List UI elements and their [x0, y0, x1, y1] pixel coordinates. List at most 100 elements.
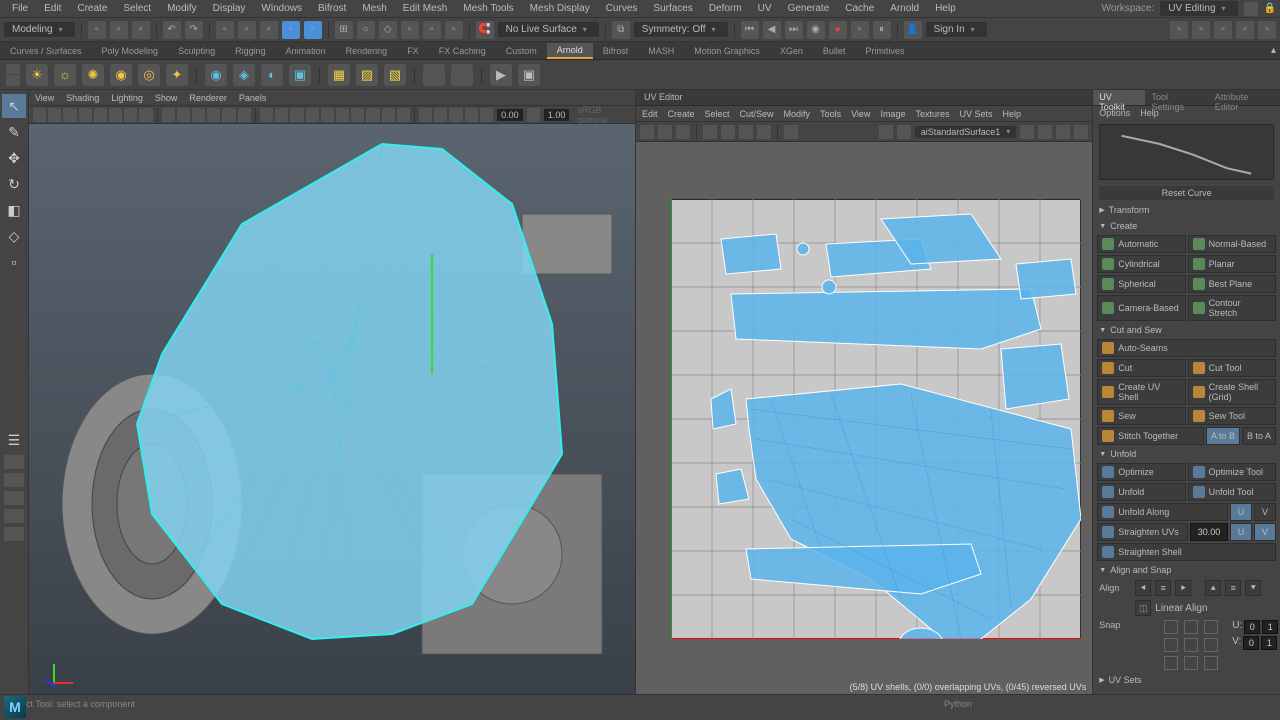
outliner-button[interactable]: ☰ — [2, 428, 26, 452]
uv-btn[interactable] — [1074, 125, 1088, 139]
align-hcenter[interactable]: ≡ — [1155, 580, 1171, 596]
btn-planar[interactable]: Planar — [1188, 255, 1276, 273]
snap-tr[interactable] — [1204, 620, 1218, 634]
undo-button[interactable]: ↶ — [163, 21, 181, 39]
shelf-tab-fxcache[interactable]: FX Caching — [429, 44, 496, 58]
align-left[interactable]: ⯇ — [1135, 580, 1151, 596]
shelf-tab-render[interactable]: Rendering — [336, 44, 398, 58]
menu-deform[interactable]: Deform — [701, 3, 750, 14]
layout5-button[interactable]: ▫ — [1258, 21, 1276, 39]
uv-material-dropdown[interactable]: aiStandardSurface1 — [915, 126, 1017, 138]
uvm-textures[interactable]: Textures — [915, 109, 949, 119]
uvm-tools[interactable]: Tools — [820, 109, 841, 119]
vp-btn[interactable] — [336, 108, 349, 122]
uvm-select[interactable]: Select — [705, 109, 730, 119]
menu-edit[interactable]: Edit — [36, 3, 69, 14]
uv-btn[interactable] — [757, 125, 771, 139]
shelf-tab-bifrost[interactable]: Bifrost — [593, 44, 639, 58]
menu-create[interactable]: Create — [69, 3, 115, 14]
scale-tool[interactable]: ◧ — [2, 198, 26, 222]
arnold-photometric-icon[interactable]: ◉ — [110, 64, 132, 86]
shelf-switch2[interactable] — [6, 75, 20, 86]
section-uvsets[interactable]: ▶UV Sets — [1093, 672, 1280, 688]
vp-btn[interactable] — [222, 108, 235, 122]
snap2-button[interactable]: ▫ — [304, 21, 322, 39]
t2[interactable]: ◀ — [763, 21, 781, 39]
btn-sew-tool[interactable]: Sew Tool — [1188, 407, 1276, 425]
arnold-volume-icon[interactable]: ▣ — [289, 64, 311, 86]
tab-tool-settings[interactable]: Tool Settings — [1145, 90, 1208, 105]
layout2-button[interactable]: ▫ — [1192, 21, 1210, 39]
sym-button[interactable]: ⧉ — [612, 21, 630, 39]
snap-tc[interactable] — [1184, 620, 1198, 634]
pinning-curve[interactable] — [1099, 124, 1274, 180]
btn-camera-based[interactable]: Camera-Based — [1097, 295, 1185, 321]
menu-generate[interactable]: Generate — [780, 3, 838, 14]
vp-btn[interactable] — [434, 108, 447, 122]
vp-btn[interactable] — [192, 108, 205, 122]
vp-btn[interactable] — [366, 108, 379, 122]
btn-atob[interactable]: A to B — [1206, 427, 1240, 445]
shelf-tab-bullet[interactable]: Bullet — [813, 44, 856, 58]
menu-help[interactable]: Help — [927, 3, 964, 14]
paint-select-button[interactable]: ▫ — [260, 21, 278, 39]
uv-btn[interactable] — [1020, 125, 1034, 139]
redo-button[interactable]: ↷ — [185, 21, 203, 39]
uv-btn[interactable] — [739, 125, 753, 139]
btn-unfold[interactable]: Unfold — [1097, 483, 1185, 501]
magnet-button[interactable]: 🧲 — [476, 21, 494, 39]
shelf-tab-arnold[interactable]: Arnold — [547, 43, 593, 59]
arnold-render-icon[interactable]: ▶ — [490, 64, 512, 86]
btn-unfold-along[interactable]: Unfold Along — [1097, 503, 1228, 521]
btn-contour[interactable]: Contour Stretch — [1188, 295, 1276, 321]
symmetry-dropdown[interactable]: Symmetry: Off — [634, 22, 728, 37]
section-create[interactable]: ▼Create — [1093, 218, 1280, 234]
snap-u1[interactable] — [1262, 620, 1278, 634]
user-icon[interactable]: 👤 — [904, 21, 922, 39]
btn-btoa[interactable]: B to A — [1242, 427, 1276, 445]
menu-meshdisplay[interactable]: Mesh Display — [522, 3, 598, 14]
btn-unfold-v[interactable]: V — [1254, 503, 1276, 521]
vp-btn[interactable] — [48, 108, 61, 122]
vp-btn[interactable] — [275, 108, 288, 122]
uvm-view[interactable]: View — [851, 109, 870, 119]
shelf-tab-sculpt[interactable]: Sculpting — [168, 44, 225, 58]
arnold-curve-icon[interactable]: ◐ — [261, 64, 283, 86]
select-tool[interactable]: ↖ — [2, 94, 26, 118]
section-transform[interactable]: ▶Transform — [1093, 202, 1280, 218]
snap-mr[interactable] — [1204, 638, 1218, 652]
snap-br[interactable] — [1204, 656, 1218, 670]
vp-btn[interactable] — [238, 108, 251, 122]
uvm-uvsets[interactable]: UV Sets — [959, 109, 992, 119]
vp-exposure[interactable]: 0.00 — [497, 109, 523, 121]
arnold-sphere-icon[interactable]: ◉ — [205, 64, 227, 86]
btn-automatic[interactable]: Automatic — [1097, 235, 1185, 253]
mode-dropdown[interactable]: Modeling — [4, 22, 75, 37]
lasso-tool[interactable]: ✎ — [2, 120, 26, 144]
shelf-tab-curves[interactable]: Curves / Surfaces — [0, 44, 92, 58]
menu-display[interactable]: Display — [205, 3, 254, 14]
select-mode-button[interactable]: ▫ — [216, 21, 234, 39]
vp-menu-panels[interactable]: Panels — [239, 93, 267, 103]
uvm-help[interactable]: Help — [1002, 109, 1021, 119]
menu-surfaces[interactable]: Surfaces — [645, 3, 700, 14]
shelf-up-icon[interactable]: ▴ — [1267, 45, 1280, 56]
menu-arnold[interactable]: Arnold — [882, 3, 927, 14]
arnold-cube-icon[interactable]: ◈ — [233, 64, 255, 86]
lock-icon[interactable]: 🔒 — [1264, 3, 1276, 14]
snap-v0[interactable] — [1243, 636, 1259, 650]
vp-btn[interactable] — [397, 108, 410, 122]
t5[interactable]: ● — [829, 21, 847, 39]
btn-normal-based[interactable]: Normal-Based — [1188, 235, 1276, 253]
menu-meshtools[interactable]: Mesh Tools — [455, 3, 521, 14]
layout-two[interactable] — [4, 491, 24, 505]
vp-btn[interactable] — [33, 108, 46, 122]
new-scene-button[interactable]: ▫ — [88, 21, 106, 39]
uv-canvas[interactable]: (5/8) UV shells, (0/0) overlapping UVs, … — [636, 142, 1092, 694]
t1[interactable]: ⏮ — [741, 21, 759, 39]
btn-sew[interactable]: Sew — [1097, 407, 1185, 425]
uv-btn[interactable] — [784, 125, 798, 139]
vp-btn[interactable] — [321, 108, 334, 122]
uv-btn[interactable] — [703, 125, 717, 139]
menu-bifrost[interactable]: Bifrost — [310, 3, 354, 14]
